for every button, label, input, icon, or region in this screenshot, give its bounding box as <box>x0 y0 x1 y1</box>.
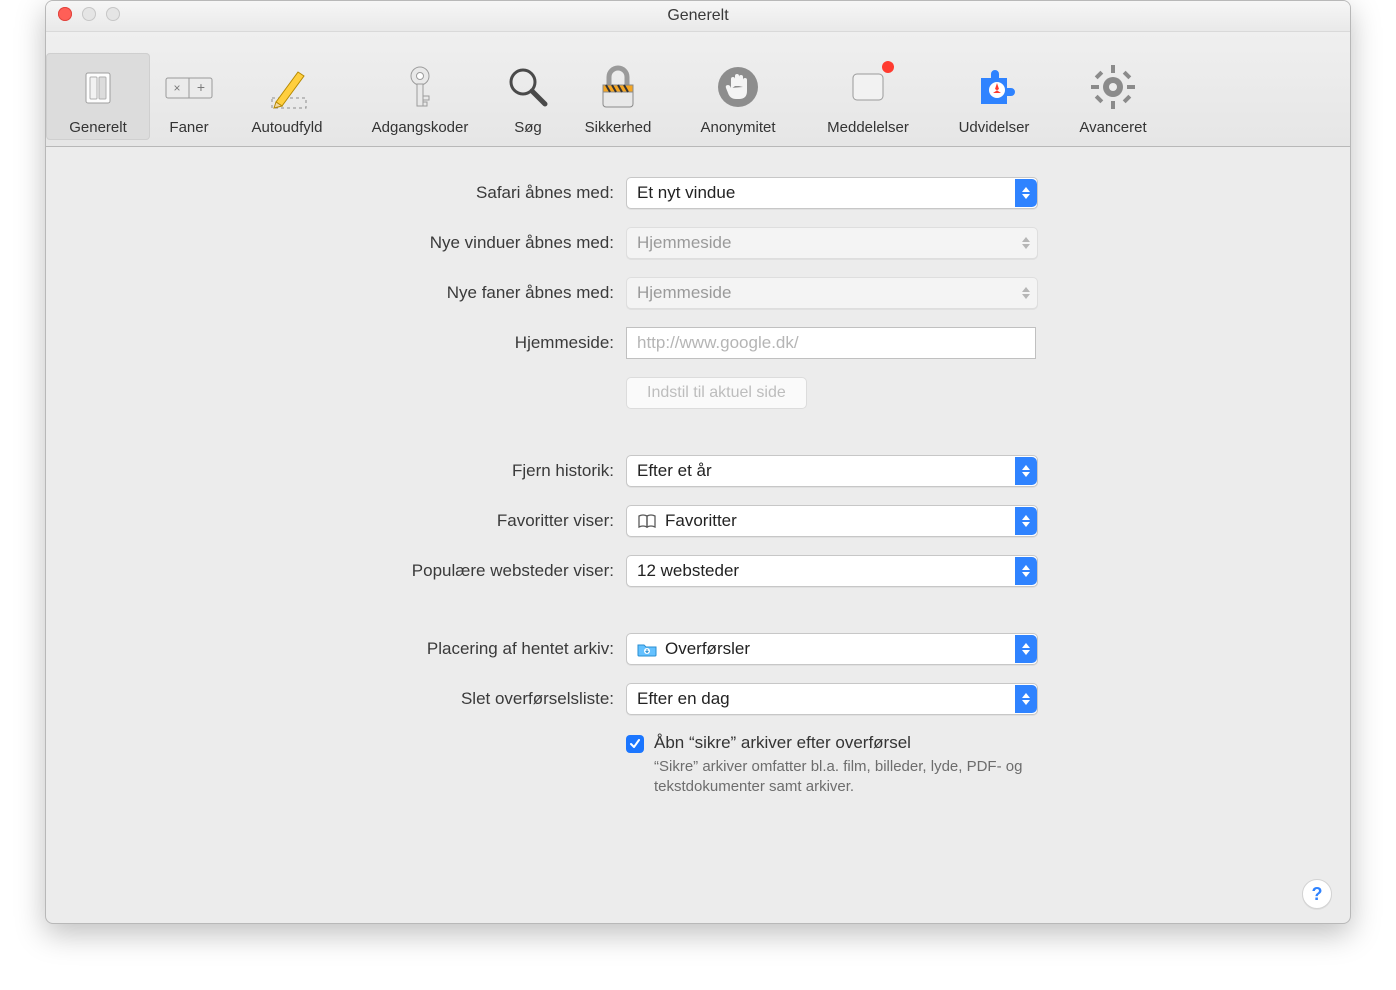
book-icon <box>637 513 657 529</box>
row-homepage: Hjemmeside: <box>46 327 1350 359</box>
tab-search-label: Søg <box>514 119 542 136</box>
new-windows-label: Nye vinduer åbnes med: <box>46 233 626 253</box>
row-popular: Populære websteder viser: 12 websteder <box>46 555 1350 587</box>
hand-icon <box>710 59 766 115</box>
puzzle-icon <box>966 59 1022 115</box>
tab-advanced[interactable]: Avanceret <box>1054 53 1172 140</box>
general-pane: Safari åbnes med: Et nyt vindue Nye vind… <box>46 147 1350 798</box>
safe-open-label: Åbn “sikre” arkiver efter overførsel <box>654 733 911 753</box>
tab-security-label: Sikkerhed <box>585 119 652 136</box>
popular-value: 12 websteder <box>637 561 1015 581</box>
remove-history-value: Efter et år <box>637 461 1015 481</box>
help-button[interactable]: ? <box>1302 879 1332 909</box>
help-label: ? <box>1312 884 1323 905</box>
row-favorites: Favoritter viser: Favoritter <box>46 505 1350 537</box>
popup-arrows-icon <box>1015 557 1037 585</box>
open-with-popup[interactable]: Et nyt vindue <box>626 177 1038 209</box>
open-with-label: Safari åbnes med: <box>46 183 626 203</box>
download-loc-label: Placering af hentet arkiv: <box>46 639 626 659</box>
row-remove-history: Fjern historik: Efter et år <box>46 455 1350 487</box>
popup-arrows-icon <box>1015 457 1037 485</box>
tab-tabs-label: Faner <box>169 119 208 136</box>
clear-dl-label: Slet overførselsliste: <box>46 689 626 709</box>
new-tabs-value: Hjemmeside <box>637 283 1015 303</box>
tab-search[interactable]: Søg <box>494 53 562 140</box>
tab-security[interactable]: Sikkerhed <box>562 53 674 140</box>
tab-extensions[interactable]: Udvidelser <box>934 53 1054 140</box>
tab-notifications-label: Meddelelser <box>827 119 909 136</box>
tab-privacy[interactable]: Anonymitet <box>674 53 802 140</box>
notification-icon <box>840 59 896 115</box>
set-current-page-button[interactable]: Indstil til aktuel side <box>626 377 807 409</box>
row-set-current: Indstil til aktuel side <box>46 377 1350 409</box>
remove-history-label: Fjern historik: <box>46 461 626 481</box>
switch-icon <box>70 59 126 115</box>
window-title: Generelt <box>46 1 1350 31</box>
tab-tabs[interactable]: × + Faner <box>150 53 228 140</box>
tab-passwords-label: Adgangskoder <box>372 119 469 136</box>
favorites-value: Favoritter <box>665 511 737 531</box>
popup-arrows-icon <box>1015 279 1037 307</box>
favorites-popup[interactable]: Favoritter <box>626 505 1038 537</box>
search-icon <box>500 59 556 115</box>
new-windows-popup: Hjemmeside <box>626 227 1038 259</box>
popular-label: Populære websteder viser: <box>46 561 626 581</box>
row-new-tabs: Nye faner åbnes med: Hjemmeside <box>46 277 1350 309</box>
tabs-icon: × + <box>161 59 217 115</box>
popular-popup[interactable]: 12 websteder <box>626 555 1038 587</box>
new-windows-value: Hjemmeside <box>637 233 1015 253</box>
clear-dl-popup[interactable]: Efter en dag <box>626 683 1038 715</box>
tab-autofill[interactable]: Autoudfyld <box>228 53 346 140</box>
gear-icon <box>1085 59 1141 115</box>
new-tabs-label: Nye faner åbnes med: <box>46 283 626 303</box>
safe-open-checkbox[interactable] <box>626 735 644 753</box>
tab-notifications[interactable]: Meddelelser <box>802 53 934 140</box>
download-loc-value: Overførsler <box>665 639 750 659</box>
homepage-input[interactable] <box>626 327 1036 359</box>
remove-history-popup[interactable]: Efter et år <box>626 455 1038 487</box>
pencil-icon <box>259 59 315 115</box>
row-safe-open: Åbn “sikre” arkiver efter overførsel <box>626 733 1076 753</box>
lock-icon <box>590 59 646 115</box>
tab-extensions-label: Udvidelser <box>959 119 1030 136</box>
popup-arrows-icon <box>1015 685 1037 713</box>
tab-privacy-label: Anonymitet <box>700 119 775 136</box>
svg-text:+: + <box>197 79 205 95</box>
folder-icon <box>637 641 657 657</box>
notification-badge <box>882 61 894 73</box>
favorites-label: Favoritter viser: <box>46 511 626 531</box>
popup-arrows-icon <box>1015 229 1037 257</box>
tab-autofill-label: Autoudfyld <box>252 119 323 136</box>
row-download-location: Placering af hentet arkiv: Overførsler <box>46 633 1350 665</box>
preferences-window: Generelt Generelt × + <box>45 0 1351 924</box>
tab-general[interactable]: Generelt <box>46 53 150 140</box>
safe-open-hint: “Sikre” arkiver omfatter bl.a. film, bil… <box>654 757 1094 798</box>
homepage-label: Hjemmeside: <box>46 333 626 353</box>
popup-arrows-icon <box>1015 179 1037 207</box>
key-icon <box>392 59 448 115</box>
clear-dl-value: Efter en dag <box>637 689 1015 709</box>
download-loc-popup[interactable]: Overførsler <box>626 633 1038 665</box>
popup-arrows-icon <box>1015 635 1037 663</box>
tab-advanced-label: Avanceret <box>1079 119 1146 136</box>
toolbar: Generelt × + Faner Autoudfy <box>46 32 1350 147</box>
titlebar: Generelt <box>46 1 1350 32</box>
new-tabs-popup: Hjemmeside <box>626 277 1038 309</box>
set-current-page-label: Indstil til aktuel side <box>647 384 786 402</box>
row-clear-downloads: Slet overførselsliste: Efter en dag <box>46 683 1350 715</box>
svg-text:×: × <box>173 81 180 95</box>
open-with-value: Et nyt vindue <box>637 183 1015 203</box>
tab-general-label: Generelt <box>69 119 127 136</box>
tab-passwords[interactable]: Adgangskoder <box>346 53 494 140</box>
row-new-windows: Nye vinduer åbnes med: Hjemmeside <box>46 227 1350 259</box>
row-open-with: Safari åbnes med: Et nyt vindue <box>46 177 1350 209</box>
popup-arrows-icon <box>1015 507 1037 535</box>
